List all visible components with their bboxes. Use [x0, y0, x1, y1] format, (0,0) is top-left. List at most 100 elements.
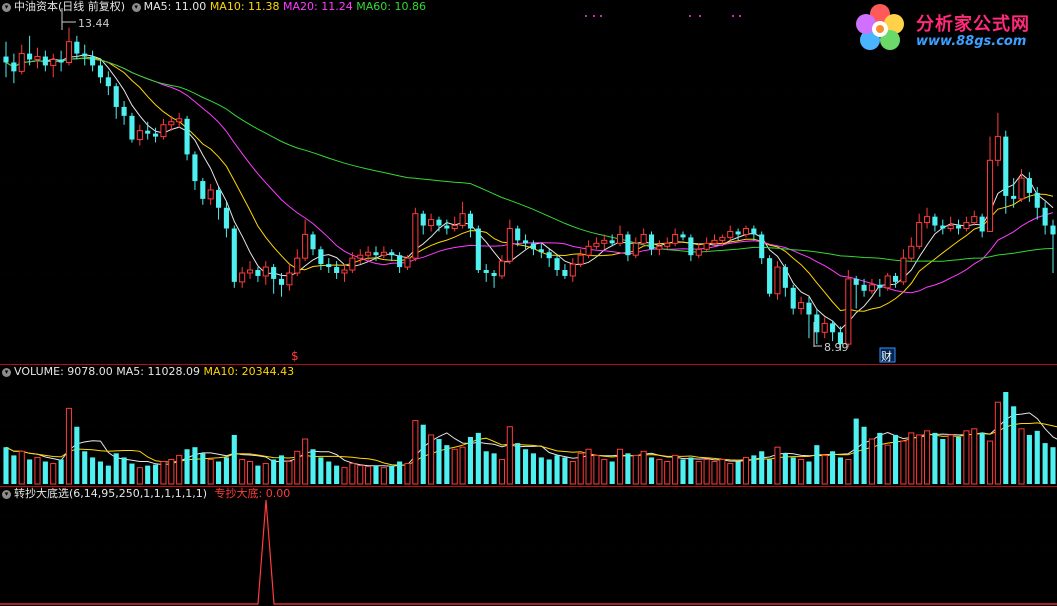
volume-bar[interactable] [404, 463, 411, 485]
candle[interactable] [397, 252, 403, 273]
candle[interactable] [546, 249, 552, 268]
candle[interactable] [105, 71, 111, 96]
volume-bar[interactable] [861, 426, 867, 484]
volume-bar[interactable] [207, 458, 214, 485]
candle[interactable] [648, 231, 655, 256]
volume-bar[interactable] [940, 439, 946, 484]
candle[interactable] [357, 249, 364, 265]
candle[interactable] [853, 275, 859, 309]
volume-bar[interactable] [562, 457, 568, 484]
panel-toggle-icon[interactable]: ▾ [2, 2, 11, 12]
volume-bar[interactable] [790, 457, 796, 484]
candle[interactable] [200, 178, 206, 205]
volume-bar[interactable] [695, 461, 702, 485]
candle[interactable] [65, 27, 73, 66]
candle[interactable] [577, 249, 584, 268]
volume-bar[interactable] [554, 455, 560, 484]
volume-bar[interactable] [601, 458, 608, 485]
volume-bar[interactable] [129, 463, 135, 484]
volume-bar[interactable] [735, 461, 741, 484]
candle[interactable] [176, 112, 183, 128]
volume-bar[interactable] [97, 461, 104, 484]
candle[interactable] [625, 231, 631, 262]
candle[interactable] [11, 53, 17, 84]
volume-bar[interactable] [42, 461, 48, 484]
volume-bar[interactable] [845, 458, 852, 485]
candle[interactable] [160, 118, 167, 140]
volume-bar[interactable] [239, 458, 246, 485]
candle[interactable] [136, 124, 143, 146]
candle[interactable] [782, 264, 788, 297]
volume-bar[interactable] [884, 444, 891, 485]
volume-bar[interactable] [538, 457, 544, 484]
volume-bar[interactable] [971, 428, 978, 485]
candle[interactable] [774, 261, 781, 300]
volume-bar[interactable] [530, 453, 536, 484]
candle[interactable] [3, 41, 9, 78]
volume-bar[interactable] [742, 456, 750, 485]
volume-bar[interactable] [11, 455, 17, 484]
volume-bar[interactable] [640, 450, 647, 485]
candle[interactable] [955, 219, 962, 235]
volume-bar[interactable] [475, 432, 481, 484]
candle[interactable] [932, 213, 938, 232]
candle[interactable] [821, 317, 828, 339]
volume-bar[interactable] [908, 432, 915, 485]
volume-bar[interactable] [821, 454, 828, 485]
volume-bar[interactable] [483, 451, 489, 484]
volume-bar[interactable] [286, 461, 293, 485]
candle[interactable] [58, 50, 64, 72]
volume-bar[interactable] [767, 459, 773, 484]
candle[interactable] [207, 184, 214, 205]
volume-bar[interactable] [18, 450, 25, 485]
candle[interactable] [412, 207, 419, 262]
candle[interactable] [868, 278, 875, 294]
volume-bar[interactable] [688, 457, 694, 484]
volume-bar[interactable] [467, 436, 474, 484]
volume-bar[interactable] [868, 438, 875, 485]
candle[interactable] [428, 213, 435, 232]
candle[interactable] [184, 115, 190, 161]
volume-bar[interactable] [357, 465, 364, 485]
candle[interactable] [562, 264, 568, 279]
volume-bar[interactable] [200, 453, 206, 484]
volume-bar[interactable] [1018, 428, 1025, 485]
candle[interactable] [680, 231, 686, 241]
volume-bar[interactable] [184, 449, 190, 484]
volume-bar[interactable] [892, 434, 899, 484]
volume-bar[interactable] [585, 448, 592, 485]
volume-bar[interactable] [145, 465, 151, 484]
volume-bar[interactable] [648, 457, 655, 484]
candle[interactable] [656, 240, 663, 256]
dividend-marker[interactable]: $ [291, 349, 299, 363]
candle[interactable] [262, 261, 269, 285]
candle[interactable] [767, 255, 773, 297]
candle[interactable] [538, 243, 544, 259]
candle[interactable] [979, 213, 985, 238]
volume-bar[interactable] [34, 456, 41, 485]
volume-bar[interactable] [223, 457, 229, 484]
candle[interactable] [986, 136, 994, 232]
candle[interactable] [798, 296, 805, 315]
volume-bar[interactable] [947, 434, 954, 485]
candle[interactable] [923, 207, 931, 229]
volume-bar[interactable] [113, 453, 119, 484]
volume-bar[interactable] [577, 452, 584, 485]
volume-bar[interactable] [334, 465, 340, 484]
volume-bar[interactable] [136, 467, 143, 485]
candle[interactable] [246, 261, 254, 279]
volume-bar[interactable] [900, 440, 907, 485]
volume-bar[interactable] [90, 457, 96, 484]
volume-bar[interactable] [703, 458, 710, 485]
candle[interactable] [1042, 201, 1048, 235]
volume-bar[interactable] [1050, 447, 1056, 484]
candle[interactable] [294, 249, 301, 276]
volume-bar[interactable] [380, 467, 387, 485]
indicator-toggle-icon[interactable]: ▾ [2, 489, 11, 499]
volume-bar[interactable] [215, 461, 222, 484]
volume-bar[interactable] [420, 424, 426, 484]
candle[interactable] [616, 225, 624, 247]
candle[interactable] [286, 264, 293, 291]
candle[interactable] [908, 237, 915, 262]
volume-bar[interactable] [58, 459, 64, 484]
